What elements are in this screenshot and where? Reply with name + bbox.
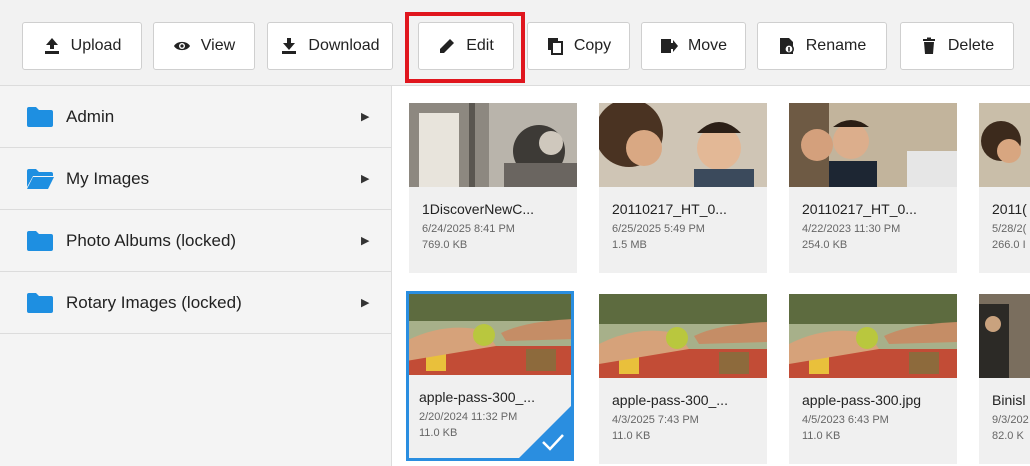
- file-size: 769.0 KB: [422, 239, 468, 251]
- checkmark-icon: [542, 434, 564, 451]
- folder-icon: [26, 106, 54, 128]
- upload-label: Upload: [70, 37, 122, 54]
- file-name: 20110217_HT_0...: [802, 201, 917, 217]
- folder-label: Photo Albums (locked): [66, 230, 237, 250]
- file-name: 20110217_HT_0...: [612, 201, 727, 217]
- file-date: 6/24/2025 8:41 PM: [422, 223, 515, 235]
- file-date: 4/5/2023 6:43 PM: [802, 414, 889, 426]
- folder-open-icon: [26, 168, 54, 190]
- file-thumbnail: [979, 294, 1030, 378]
- folder-icon: [26, 292, 54, 314]
- file-date: 4/3/2025 7:43 PM: [612, 414, 699, 426]
- folder-rotary-images[interactable]: Rotary Images (locked) ▶: [0, 272, 391, 334]
- file-thumbnail: [789, 294, 957, 378]
- file-name: apple-pass-300_...: [612, 392, 728, 408]
- file-tile[interactable]: apple-pass-300_... 4/3/2025 7:43 PM 11.0…: [599, 294, 767, 464]
- file-name: apple-pass-300_...: [419, 389, 535, 405]
- view-button[interactable]: View: [153, 22, 255, 70]
- file-thumbnail: [599, 294, 767, 378]
- upload-icon: [44, 38, 59, 54]
- file-size: 11.0 KB: [802, 430, 841, 442]
- rename-button[interactable]: Rename: [757, 22, 887, 70]
- expand-arrow-icon[interactable]: ▶: [361, 172, 369, 185]
- file-size: 82.0 K: [992, 430, 1024, 442]
- move-icon: [660, 39, 678, 53]
- expand-arrow-icon[interactable]: ▶: [361, 234, 369, 247]
- folder-label: Rotary Images (locked): [66, 292, 242, 312]
- download-button[interactable]: Download: [267, 22, 393, 70]
- move-label: Move: [687, 37, 728, 54]
- file-date: 6/25/2025 5:49 PM: [612, 223, 705, 235]
- file-tile[interactable]: 2011( 5/28/2( 266.0 I: [979, 103, 1030, 273]
- file-size: 254.0 KB: [802, 239, 848, 251]
- move-button[interactable]: Move: [641, 22, 746, 70]
- folder-admin[interactable]: Admin ▶: [0, 86, 391, 148]
- rename-icon: [779, 38, 794, 54]
- edit-highlight-box: [405, 12, 525, 83]
- file-date: 2/20/2024 11:32 PM: [419, 411, 518, 423]
- download-icon: [282, 38, 297, 54]
- file-size: 11.0 KB: [419, 427, 458, 439]
- file-thumbnail: [409, 103, 577, 187]
- rename-label: Rename: [805, 37, 867, 54]
- file-date: 9/3/202: [992, 414, 1029, 426]
- file-thumbnail: [409, 294, 571, 375]
- file-name: 1DiscoverNewC...: [422, 201, 535, 217]
- view-label: View: [200, 37, 236, 54]
- file-tile[interactable]: apple-pass-300.jpg 4/5/2023 6:43 PM 11.0…: [789, 294, 957, 464]
- file-thumbnail: [599, 103, 767, 187]
- file-tile[interactable]: 20110217_HT_0... 6/25/2025 5:49 PM 1.5 M…: [599, 103, 767, 273]
- file-name: 2011(: [992, 201, 1027, 217]
- file-tile[interactable]: Binisl 9/3/202 82.0 K: [979, 294, 1030, 464]
- file-tile[interactable]: 1DiscoverNewC... 6/24/2025 8:41 PM 769.0…: [409, 103, 577, 273]
- file-name: apple-pass-300.jpg: [802, 392, 922, 408]
- folder-label: Admin: [66, 106, 115, 126]
- file-size: 266.0 I: [992, 239, 1026, 251]
- file-thumbnail: [789, 103, 957, 187]
- folder-icon: [26, 230, 54, 252]
- delete-label: Delete: [947, 37, 995, 54]
- file-size: 1.5 MB: [612, 239, 647, 251]
- copy-icon: [547, 38, 563, 55]
- file-tile[interactable]: 20110217_HT_0... 4/22/2023 11:30 PM 254.…: [789, 103, 957, 273]
- upload-button[interactable]: Upload: [22, 22, 142, 70]
- folder-photo-albums[interactable]: Photo Albums (locked) ▶: [0, 210, 391, 272]
- file-date: 4/22/2023 11:30 PM: [802, 223, 901, 235]
- folder-my-images[interactable]: My Images ▶: [0, 148, 391, 210]
- file-size: 11.0 KB: [612, 430, 651, 442]
- toolbar: Upload View Download Edit Copy Move Rena…: [0, 0, 1030, 86]
- download-label: Download: [308, 37, 380, 54]
- expand-arrow-icon[interactable]: ▶: [361, 110, 369, 123]
- file-date: 5/28/2(: [992, 223, 1027, 235]
- file-tile-selected[interactable]: apple-pass-300_... 2/20/2024 11:32 PM 11…: [406, 291, 574, 461]
- trash-icon: [922, 37, 935, 54]
- delete-button[interactable]: Delete: [900, 22, 1014, 70]
- folder-label: My Images: [66, 168, 150, 188]
- copy-label: Copy: [573, 37, 612, 54]
- expand-arrow-icon[interactable]: ▶: [361, 296, 369, 309]
- file-thumbnail: [979, 103, 1030, 187]
- file-name: Binisl: [992, 392, 1026, 408]
- eye-icon: [173, 41, 190, 51]
- copy-button[interactable]: Copy: [527, 22, 630, 70]
- file-grid: 1DiscoverNewC... 6/24/2025 8:41 PM 769.0…: [393, 86, 1030, 466]
- folder-sidebar: Admin ▶ My Images ▶ Photo Albums (locked…: [0, 86, 392, 466]
